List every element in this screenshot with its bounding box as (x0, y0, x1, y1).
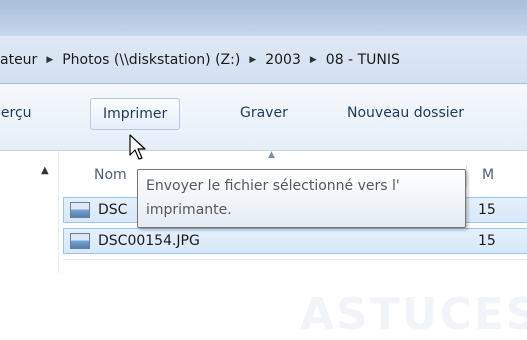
command-toolbar: perçu Imprimer Graver Nouveau dossier (0, 84, 527, 151)
sort-ascending-icon: ▲ (268, 150, 275, 160)
file-name: DSC (98, 202, 128, 218)
column-header-name[interactable]: Nom (94, 167, 127, 183)
file-row[interactable]: DSC00154.JPG 15 (63, 228, 527, 254)
window-title-bar (0, 0, 527, 36)
column-header-modified[interactable]: M (482, 167, 494, 183)
breadcrumb: ateur ▶ Photos (\\diskstation) (Z:) ▶ 20… (0, 45, 527, 75)
breadcrumb-arrow-icon[interactable]: ▶ (43, 55, 56, 65)
tooltip-line: imprimante. (146, 202, 232, 218)
breadcrumb-arrow-icon[interactable]: ▶ (307, 55, 320, 65)
image-file-icon (70, 233, 90, 249)
apercu-button[interactable]: perçu (0, 98, 32, 128)
column-divider[interactable] (466, 165, 467, 187)
burn-button[interactable]: Graver (240, 98, 288, 128)
file-date: 15 (478, 202, 496, 218)
mouse-cursor-icon (129, 134, 146, 160)
breadcrumb-item-2003[interactable]: 2003 (259, 52, 307, 68)
tooltip-line: Envoyer le fichier sélectionné vers l' (146, 178, 400, 194)
watermark: ASTUCES (300, 289, 527, 340)
new-folder-button[interactable]: Nouveau dossier (347, 98, 464, 128)
print-tooltip: Envoyer le fichier sélectionné vers l' i… (137, 169, 466, 228)
image-file-icon (70, 202, 90, 218)
breadcrumb-arrow-icon[interactable]: ▶ (246, 55, 259, 65)
address-bar[interactable]: ateur ▶ Photos (\\diskstation) (Z:) ▶ 20… (0, 36, 527, 84)
file-name: DSC00154.JPG (98, 233, 200, 249)
navigation-pane: ▲ (0, 151, 59, 273)
file-date: 15 (478, 233, 496, 249)
breadcrumb-item-folder[interactable]: 08 - TUNIS (320, 52, 406, 68)
file-row[interactable] (63, 259, 527, 274)
breadcrumb-item-computer[interactable]: ateur (0, 52, 43, 68)
scroll-up-icon[interactable]: ▲ (41, 165, 49, 176)
breadcrumb-item-photos[interactable]: Photos (\\diskstation) (Z:) (56, 52, 246, 68)
print-button[interactable]: Imprimer (90, 98, 181, 130)
